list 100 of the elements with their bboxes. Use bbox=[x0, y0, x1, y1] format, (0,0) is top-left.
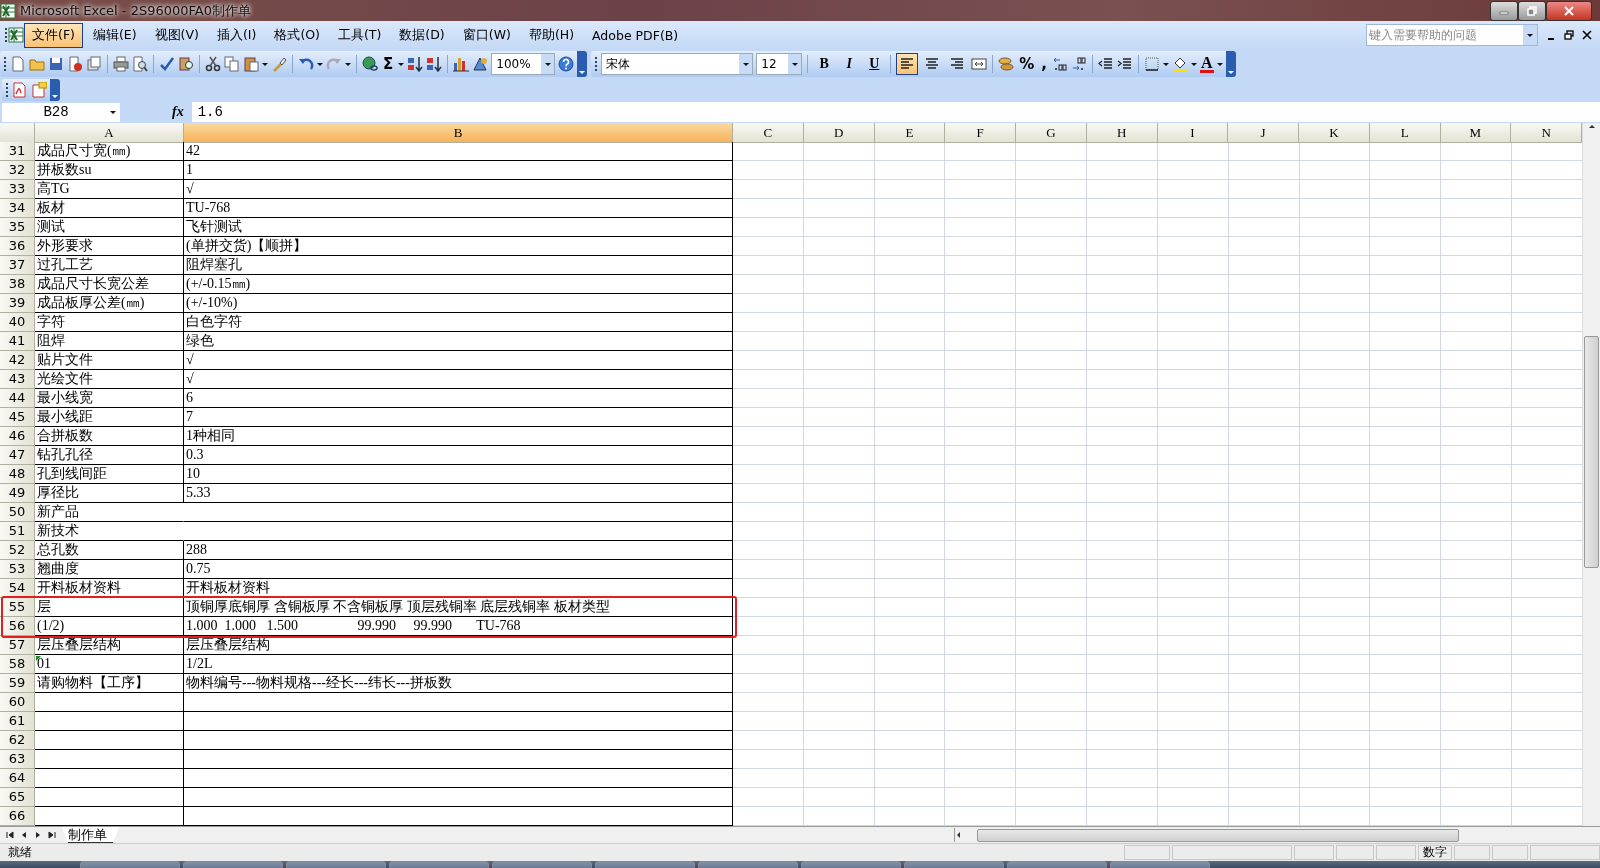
page-stack-icon[interactable] bbox=[86, 56, 102, 72]
column-header[interactable]: D bbox=[803, 123, 875, 143]
fill-bucket-icon[interactable] bbox=[1172, 56, 1188, 72]
row-header[interactable]: 51 bbox=[0, 522, 35, 541]
column-header[interactable]: M bbox=[1440, 123, 1512, 143]
zoom-combo[interactable]: 100% bbox=[491, 53, 556, 75]
indent-icon[interactable] bbox=[1117, 56, 1133, 72]
toolbar-options-button[interactable] bbox=[1225, 51, 1236, 77]
sort-ascending-icon[interactable] bbox=[407, 56, 424, 72]
row-header[interactable]: 58 bbox=[0, 655, 35, 674]
row-header[interactable]: 50 bbox=[0, 503, 35, 522]
row-header[interactable]: 62 bbox=[0, 731, 35, 750]
bold-button[interactable]: B bbox=[813, 53, 836, 75]
bar-chart-icon[interactable] bbox=[453, 56, 470, 72]
sort-descending-icon[interactable] bbox=[426, 56, 443, 72]
row-header[interactable]: 31 bbox=[0, 142, 35, 161]
menu-item[interactable]: 数据(D) bbox=[391, 22, 453, 48]
row-header[interactable]: 52 bbox=[0, 541, 35, 560]
help-icon[interactable] bbox=[558, 56, 575, 72]
caret-icon[interactable] bbox=[110, 110, 116, 114]
scroll-thumb[interactable] bbox=[977, 828, 1459, 842]
font-color-button[interactable]: A bbox=[1200, 55, 1214, 73]
decrease-decimal-icon[interactable] bbox=[1071, 56, 1087, 72]
column-header[interactable]: E bbox=[874, 123, 946, 143]
merge-cells-icon[interactable] bbox=[971, 56, 988, 72]
column-header[interactable]: N bbox=[1511, 123, 1582, 143]
column-header[interactable]: L bbox=[1369, 123, 1441, 143]
row-header[interactable]: 66 bbox=[0, 807, 35, 826]
grip-icon[interactable] bbox=[4, 27, 8, 43]
scissors-icon[interactable] bbox=[205, 56, 221, 72]
increase-decimal-icon[interactable] bbox=[1052, 56, 1068, 72]
column-header[interactable]: C bbox=[733, 123, 804, 143]
page-badge-icon[interactable] bbox=[67, 56, 83, 72]
formula-field[interactable]: 1.6 bbox=[191, 102, 1600, 122]
column-header[interactable]: K bbox=[1299, 123, 1370, 143]
vertical-scrollbar[interactable] bbox=[1582, 123, 1600, 826]
name-box[interactable]: B28 bbox=[2, 102, 120, 122]
caret-icon[interactable] bbox=[345, 62, 351, 66]
grip-icon[interactable] bbox=[594, 56, 599, 72]
toolbar-options-button[interactable] bbox=[50, 79, 60, 101]
previous-sheet-icon[interactable] bbox=[20, 831, 28, 839]
align-left-icon[interactable] bbox=[899, 56, 916, 72]
font-combo[interactable]: 宋体 bbox=[601, 53, 754, 75]
column-header[interactable]: G bbox=[1016, 123, 1087, 143]
row-header[interactable]: 36 bbox=[0, 237, 35, 256]
folder-icon[interactable] bbox=[29, 56, 45, 72]
minimize-button[interactable] bbox=[1490, 0, 1518, 21]
insert-function-button[interactable]: fx bbox=[172, 104, 184, 120]
menu-item[interactable]: 窗口(W) bbox=[454, 22, 519, 48]
row-header[interactable]: 44 bbox=[0, 389, 35, 408]
italic-button[interactable]: I bbox=[838, 53, 861, 75]
grip-icon[interactable] bbox=[5, 82, 9, 98]
row-header[interactable]: 55 bbox=[0, 598, 35, 617]
column-header[interactable]: A bbox=[35, 123, 184, 143]
clipboard-icon[interactable] bbox=[243, 56, 259, 72]
caret-icon[interactable] bbox=[262, 62, 268, 66]
comma-button[interactable]: , bbox=[1039, 55, 1049, 73]
row-header[interactable]: 39 bbox=[0, 294, 35, 313]
autosum-button[interactable]: Σ bbox=[381, 55, 396, 73]
row-header[interactable]: 57 bbox=[0, 636, 35, 655]
excel-icon[interactable] bbox=[8, 27, 24, 43]
next-sheet-icon[interactable] bbox=[34, 831, 42, 839]
menu-item[interactable]: Adobe PDF(B) bbox=[584, 23, 687, 47]
row-header[interactable]: 43 bbox=[0, 370, 35, 389]
column-header[interactable]: F bbox=[945, 123, 1016, 143]
first-sheet-icon[interactable] bbox=[6, 831, 14, 839]
undo-icon[interactable] bbox=[298, 56, 314, 72]
pdf-page-icon[interactable] bbox=[12, 82, 28, 98]
globe-icon[interactable] bbox=[362, 56, 378, 72]
column-header[interactable]: J bbox=[1228, 123, 1299, 143]
row-header[interactable]: 41 bbox=[0, 332, 35, 351]
caret-icon[interactable] bbox=[317, 62, 323, 66]
row-header[interactable]: 49 bbox=[0, 484, 35, 503]
spell-check-icon[interactable] bbox=[159, 56, 175, 72]
row-header[interactable]: 37 bbox=[0, 256, 35, 275]
menu-item[interactable]: 视图(V) bbox=[146, 22, 207, 48]
row-header[interactable]: 65 bbox=[0, 788, 35, 807]
row-header[interactable]: 54 bbox=[0, 579, 35, 598]
row-header[interactable]: 53 bbox=[0, 560, 35, 579]
font-size-combo[interactable]: 12 bbox=[756, 53, 803, 75]
scroll-thumb[interactable] bbox=[1584, 336, 1599, 568]
outdent-icon[interactable] bbox=[1098, 56, 1114, 72]
printer-icon[interactable] bbox=[113, 56, 129, 72]
menu-item[interactable]: 插入(I) bbox=[208, 22, 265, 48]
menu-item[interactable]: 帮助(H) bbox=[520, 22, 583, 48]
paintbrush-icon[interactable] bbox=[271, 56, 287, 72]
close-icon[interactable] bbox=[1582, 30, 1592, 40]
row-header[interactable]: 40 bbox=[0, 313, 35, 332]
underline-button[interactable]: U bbox=[863, 53, 886, 75]
scroll-left-icon[interactable] bbox=[955, 831, 963, 839]
restore-icon[interactable] bbox=[1564, 30, 1574, 40]
align-right-icon[interactable] bbox=[949, 56, 966, 72]
row-header[interactable]: 45 bbox=[0, 408, 35, 427]
menu-item[interactable]: 文件(F) bbox=[24, 22, 83, 48]
row-header[interactable]: 61 bbox=[0, 712, 35, 731]
row-header[interactable]: 63 bbox=[0, 750, 35, 769]
menu-item[interactable]: 格式(O) bbox=[266, 22, 328, 48]
row-header[interactable]: 34 bbox=[0, 199, 35, 218]
row-header[interactable]: 35 bbox=[0, 218, 35, 237]
row-header[interactable]: 32 bbox=[0, 161, 35, 180]
